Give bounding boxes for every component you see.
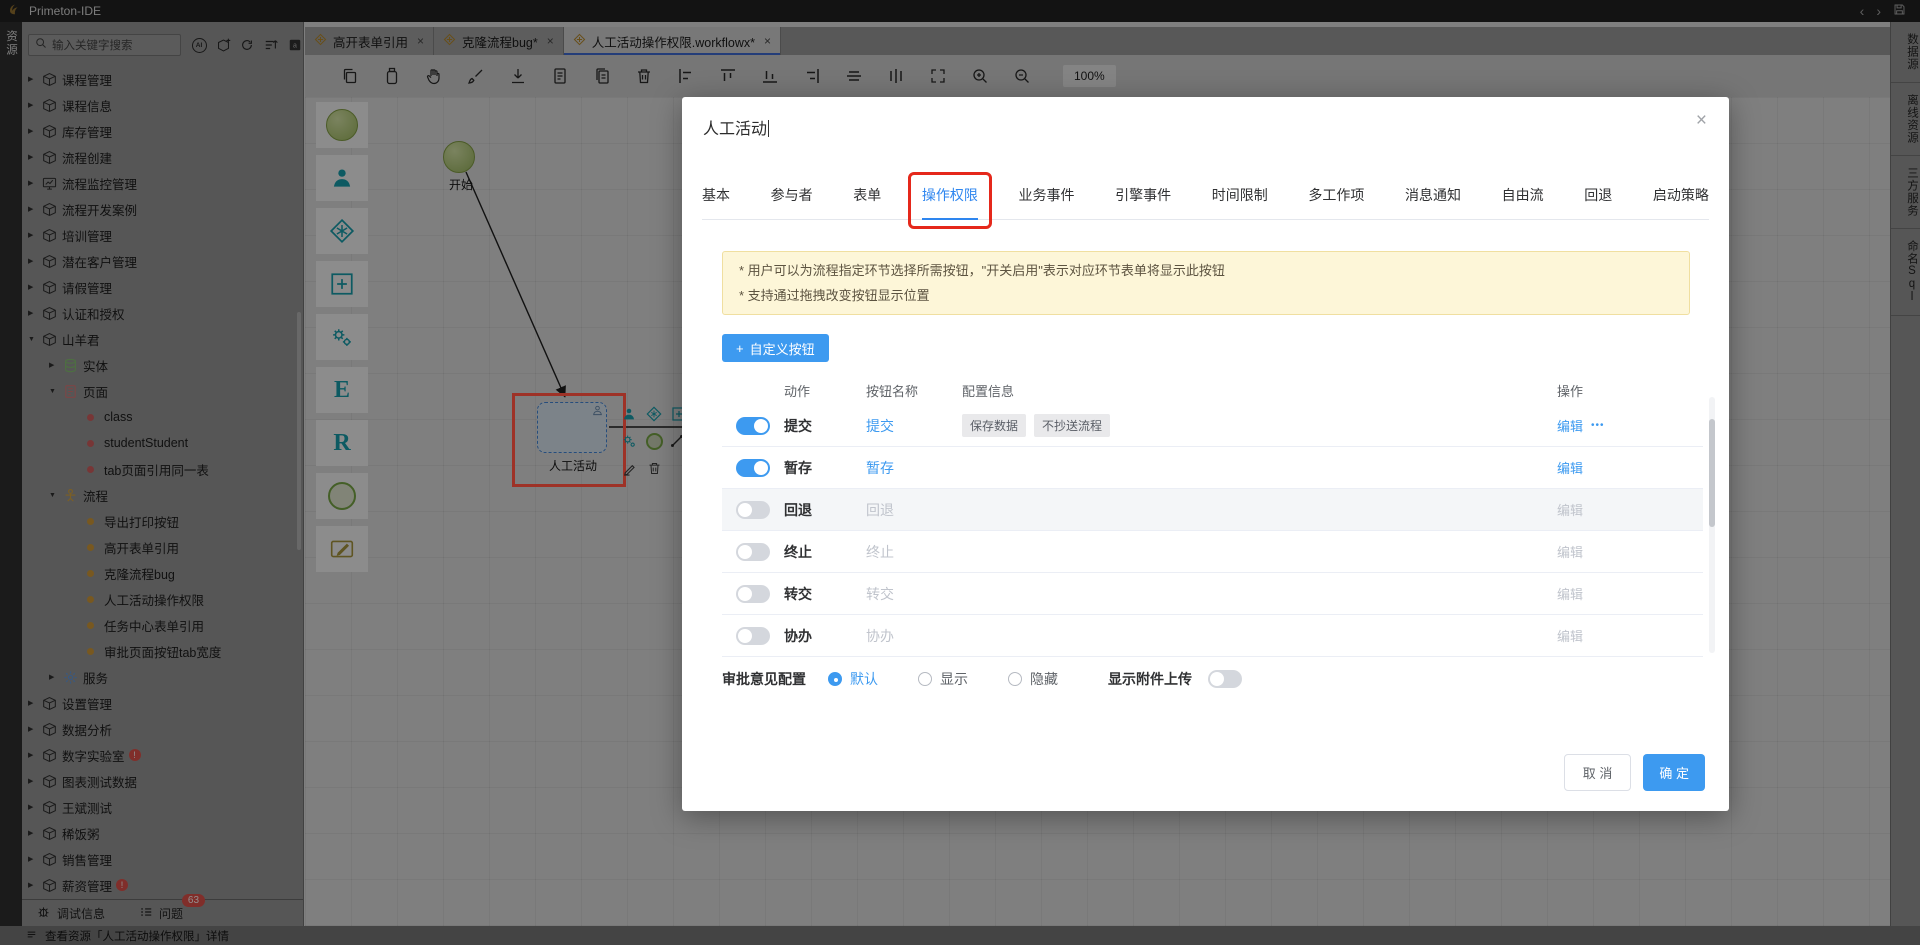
button-name-link: 协办	[866, 627, 894, 644]
dialog-tab-参与者[interactable]: 参与者	[771, 185, 813, 219]
config-tags: 保存数据 不抄送流程	[962, 414, 1557, 437]
row-operations: 编辑	[1557, 500, 1633, 519]
more-actions-icon[interactable]: •••	[1591, 420, 1605, 431]
radio-selected-icon[interactable]	[828, 672, 842, 686]
dialog-tab-业务事件[interactable]: 业务事件	[1019, 185, 1075, 219]
permission-row: 转交 转交 编辑	[722, 573, 1703, 615]
enable-toggle[interactable]	[736, 626, 770, 645]
table-scrollbar-thumb[interactable]	[1709, 419, 1715, 527]
dialog-tab-回退[interactable]: 回退	[1584, 185, 1612, 219]
plus-icon: +	[736, 340, 744, 356]
add-custom-button[interactable]: + 自定义按钮	[722, 334, 829, 362]
action-label: 暂存	[784, 459, 812, 476]
edit-link: 编辑	[1557, 587, 1584, 602]
dialog-tab-引擎事件[interactable]: 引擎事件	[1115, 185, 1171, 219]
action-label: 回退	[784, 501, 812, 518]
permissions-table: 动作 按钮名称 配置信息 操作 提交 提交 保存数据 不抄送流程 编辑 ••• 暂存 暂存 编辑…	[722, 375, 1703, 657]
button-name-link[interactable]: 暂存	[866, 458, 962, 478]
dialog-tab-启动策略[interactable]: 启动策略	[1653, 185, 1709, 219]
header-operation: 操作	[1557, 383, 1584, 399]
header-action: 动作	[784, 383, 811, 399]
opinion-config-row: 审批意见配置 默认 显示 隐藏 显示附件上传	[722, 663, 1242, 695]
button-name-link: 回退	[866, 501, 894, 518]
row-operations: 编辑	[1557, 584, 1633, 603]
dialog-title[interactable]: 人工活动	[703, 115, 770, 139]
dialog-tab-自由流[interactable]: 自由流	[1502, 185, 1544, 219]
dialog-tabbar: 基本 参与者 表单 操作权限 业务事件 引擎事件 时间限制 多工作项 消息通知 自由流 回退 启动策略	[702, 172, 1709, 229]
button-name-link: 转交	[866, 585, 894, 602]
close-icon[interactable]: ×	[1696, 111, 1707, 130]
action-label: 提交	[784, 417, 812, 434]
attachment-upload-toggle[interactable]	[1208, 670, 1242, 688]
dialog-tab-表单[interactable]: 表单	[853, 185, 881, 219]
dialog-tab-操作权限[interactable]: 操作权限	[907, 172, 992, 229]
permission-row: 提交 提交 保存数据 不抄送流程 编辑 •••	[722, 405, 1703, 447]
edit-link: 编辑	[1557, 629, 1584, 644]
edit-link: 编辑	[1557, 503, 1584, 518]
dialog-tab-基本[interactable]: 基本	[702, 185, 730, 219]
notice-box: * 用户可以为流程指定环节选择所需按钮，"开关启用"表示对应环节表单将显示此按钮…	[722, 251, 1690, 315]
permission-row: 回退 回退 编辑	[722, 489, 1703, 531]
action-label: 协办	[784, 627, 812, 644]
radio-label: 显示	[940, 671, 968, 687]
cancel-button[interactable]: 取 消	[1563, 754, 1632, 791]
activity-settings-dialog: 人工活动 × 基本 参与者 表单 操作权限 业务事件 引擎事件 时间限制 多工作项 消息通知 自由…	[682, 97, 1729, 811]
enable-toggle[interactable]	[736, 416, 770, 435]
action-label: 转交	[784, 585, 812, 602]
radio-unselected-icon[interactable]	[918, 672, 932, 686]
ok-button[interactable]: 确 定	[1643, 754, 1705, 791]
dialog-tab-时间限制[interactable]: 时间限制	[1212, 185, 1268, 219]
radio-label: 默认	[850, 671, 878, 687]
permission-row: 协办 协办 编辑	[722, 615, 1703, 657]
attachment-upload-label: 显示附件上传	[1108, 671, 1192, 687]
action-label: 终止	[784, 543, 812, 560]
row-operations: 编辑 •••	[1557, 416, 1633, 435]
button-name-link[interactable]: 提交	[866, 416, 962, 436]
radio-隐藏[interactable]: 隐藏	[1008, 669, 1058, 689]
notice-line: * 支持通过拖拽改变按钮显示位置	[739, 288, 930, 303]
permission-row: 暂存 暂存 编辑	[722, 447, 1703, 489]
enable-toggle[interactable]	[736, 500, 770, 519]
radio-显示[interactable]: 显示	[918, 669, 968, 689]
config-tag: 保存数据	[962, 414, 1027, 437]
edit-link[interactable]: 编辑	[1557, 416, 1583, 435]
enable-toggle[interactable]	[736, 458, 770, 477]
edit-link[interactable]: 编辑	[1557, 458, 1583, 477]
row-operations: 编辑	[1557, 458, 1633, 477]
dialog-tab-多工作项[interactable]: 多工作项	[1308, 185, 1364, 219]
header-config: 配置信息	[962, 383, 1015, 399]
text-caret	[768, 120, 770, 137]
annotation-red-box-tab	[907, 172, 992, 229]
row-operations: 编辑	[1557, 542, 1633, 561]
button-name-link: 终止	[866, 543, 894, 560]
opinion-config-label: 审批意见配置	[722, 671, 806, 687]
radio-label: 隐藏	[1030, 671, 1058, 687]
permission-row: 终止 终止 编辑	[722, 531, 1703, 573]
dialog-tab-消息通知[interactable]: 消息通知	[1405, 185, 1461, 219]
enable-toggle[interactable]	[736, 584, 770, 603]
config-tag: 不抄送流程	[1034, 414, 1111, 437]
enable-toggle[interactable]	[736, 542, 770, 561]
edit-link: 编辑	[1557, 545, 1584, 560]
row-operations: 编辑	[1557, 626, 1633, 645]
header-button-name: 按钮名称	[866, 383, 919, 399]
radio-unselected-icon[interactable]	[1008, 672, 1022, 686]
notice-line: * 用户可以为流程指定环节选择所需按钮，"开关启用"表示对应环节表单将显示此按钮	[739, 263, 1225, 278]
primeton-ide-window: Primeton-IDE ‹ › 资源 输入关键字搜索 AI a ▶ 课程管理 ▶ 课…	[0, 0, 1920, 945]
table-header: 动作 按钮名称 配置信息 操作	[722, 375, 1703, 405]
radio-默认[interactable]: 默认	[828, 669, 878, 689]
